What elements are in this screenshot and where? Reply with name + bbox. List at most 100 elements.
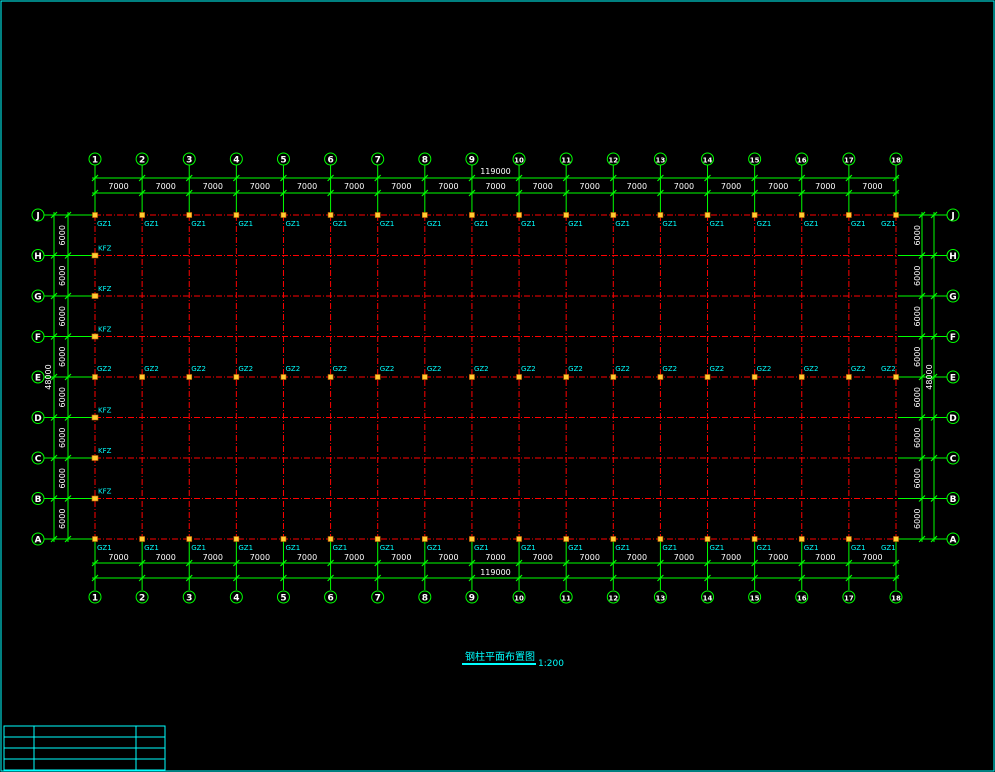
- right-spacing-label: 6000: [913, 306, 922, 326]
- top-spacing-label: 7000: [768, 182, 788, 191]
- steel-column: [516, 374, 522, 380]
- steel-column: [516, 536, 522, 542]
- steel-column: [563, 374, 569, 380]
- column-label: GZ1: [710, 220, 725, 228]
- steel-column: [798, 374, 805, 380]
- axis-bubble-label: 18: [891, 595, 901, 603]
- axis-bubble-label: E: [35, 374, 41, 384]
- axis-bubble-label: 17: [844, 595, 854, 603]
- column-label: GZ2: [474, 365, 489, 373]
- steel-column: [422, 212, 428, 218]
- axis-bubble-label: 16: [797, 157, 807, 165]
- axis-bubble-label: G: [34, 293, 41, 303]
- steel-column: [751, 374, 758, 380]
- right-spacing-label: 6000: [913, 266, 922, 286]
- top-spacing-label: 7000: [674, 182, 694, 191]
- axis-bubble-label: 3: [186, 594, 192, 604]
- axis-bubble-label: F: [35, 333, 41, 343]
- steel-column: [92, 536, 98, 542]
- steel-column: [280, 212, 287, 218]
- top-spacing-label: 7000: [438, 182, 458, 191]
- steel-column: [516, 212, 522, 218]
- steel-column: [469, 212, 475, 218]
- steel-column: [92, 212, 98, 218]
- column-label: GZ2: [97, 365, 112, 373]
- steel-column: [233, 536, 240, 542]
- column-label: GZ2: [427, 365, 442, 373]
- column-label: GZ1: [881, 220, 896, 228]
- axis-bubble-label: 4: [233, 156, 239, 166]
- bottom-spacing-label: 7000: [627, 553, 647, 562]
- steel-column: [657, 212, 664, 218]
- column-label: GZ2: [144, 365, 159, 373]
- column-label: GZ2: [881, 365, 896, 373]
- steel-column: [139, 374, 145, 380]
- steel-column: [704, 212, 711, 218]
- wind-column: [91, 293, 99, 299]
- wind-column-label: KFZ: [98, 326, 112, 334]
- axis-bubble-label: 8: [422, 594, 428, 604]
- axis-bubble-label: E: [950, 374, 956, 384]
- axis-bubble-label: 6: [327, 156, 333, 166]
- axis-bubble-label: D: [34, 414, 41, 424]
- steel-column: [610, 374, 617, 380]
- steel-column: [893, 374, 899, 380]
- column-label: GZ1: [144, 544, 159, 552]
- column-label: GZ2: [191, 365, 206, 373]
- left-spacing-label: 6000: [58, 509, 67, 529]
- axis-bubble-label: 16: [797, 595, 807, 603]
- steel-column: [610, 536, 617, 542]
- column-label: GZ1: [521, 220, 536, 228]
- axis-bubble-label: 3: [186, 156, 192, 166]
- column-label: GZ1: [851, 544, 866, 552]
- steel-column: [563, 212, 569, 218]
- steel-column-layout-drawing: 7000 7000 7000 7000 7000 7000 7000 7000 7000 7000…: [0, 0, 995, 772]
- steel-column: [846, 536, 852, 542]
- column-label: GZ1: [427, 220, 442, 228]
- column-label: GZ1: [380, 220, 395, 228]
- axis-bubble-label: 7: [375, 156, 381, 166]
- steel-column: [186, 374, 193, 380]
- steel-column: [798, 536, 805, 542]
- steel-column: [327, 536, 334, 542]
- axis-bubble-label: J: [950, 212, 954, 222]
- bottom-spacing-label: 7000: [815, 553, 835, 562]
- left-spacing-label: 6000: [58, 387, 67, 407]
- column-label: GZ1: [474, 544, 489, 552]
- axis-bubble-label: 13: [656, 595, 666, 603]
- wind-column: [91, 414, 99, 421]
- top-spacing-label: 7000: [721, 182, 741, 191]
- right-spacing-label: 6000: [913, 225, 922, 245]
- axis-bubble-label: 14: [703, 595, 713, 603]
- steel-column: [657, 374, 664, 380]
- bottom-spacing-label: 7000: [297, 553, 317, 562]
- steel-column: [846, 374, 852, 380]
- axis-bubble-label: 18: [891, 157, 901, 165]
- wind-column: [91, 252, 99, 259]
- column-label: GZ1: [97, 544, 112, 552]
- left-spacing-label: 6000: [58, 428, 67, 448]
- steel-column: [893, 212, 899, 218]
- axis-bubble-label: 10: [514, 157, 524, 165]
- right-spacing-label: 6000: [913, 347, 922, 367]
- right-total-label: 48000: [925, 364, 934, 389]
- column-label: GZ2: [521, 365, 536, 373]
- steel-column: [469, 536, 475, 542]
- axis-bubble-label: 1: [92, 156, 98, 166]
- steel-column: [280, 536, 287, 542]
- wind-column: [91, 495, 99, 502]
- bottom-spacing-label: 7000: [250, 553, 270, 562]
- column-label: GZ1: [191, 220, 206, 228]
- drawing-title: 钢柱平面布置图: [465, 650, 535, 663]
- left-spacing-label: 6000: [58, 306, 67, 326]
- steel-column: [233, 374, 240, 380]
- column-label: GZ2: [333, 365, 348, 373]
- bottom-spacing-label: 7000: [438, 553, 458, 562]
- steel-column: [422, 536, 428, 542]
- axis-bubble-label: A: [35, 536, 42, 546]
- wind-column-label: KFZ: [98, 447, 112, 455]
- column-label: GZ1: [238, 220, 253, 228]
- wind-column-label: KFZ: [98, 285, 112, 293]
- top-spacing-label: 7000: [250, 182, 270, 191]
- column-label: GZ1: [804, 544, 819, 552]
